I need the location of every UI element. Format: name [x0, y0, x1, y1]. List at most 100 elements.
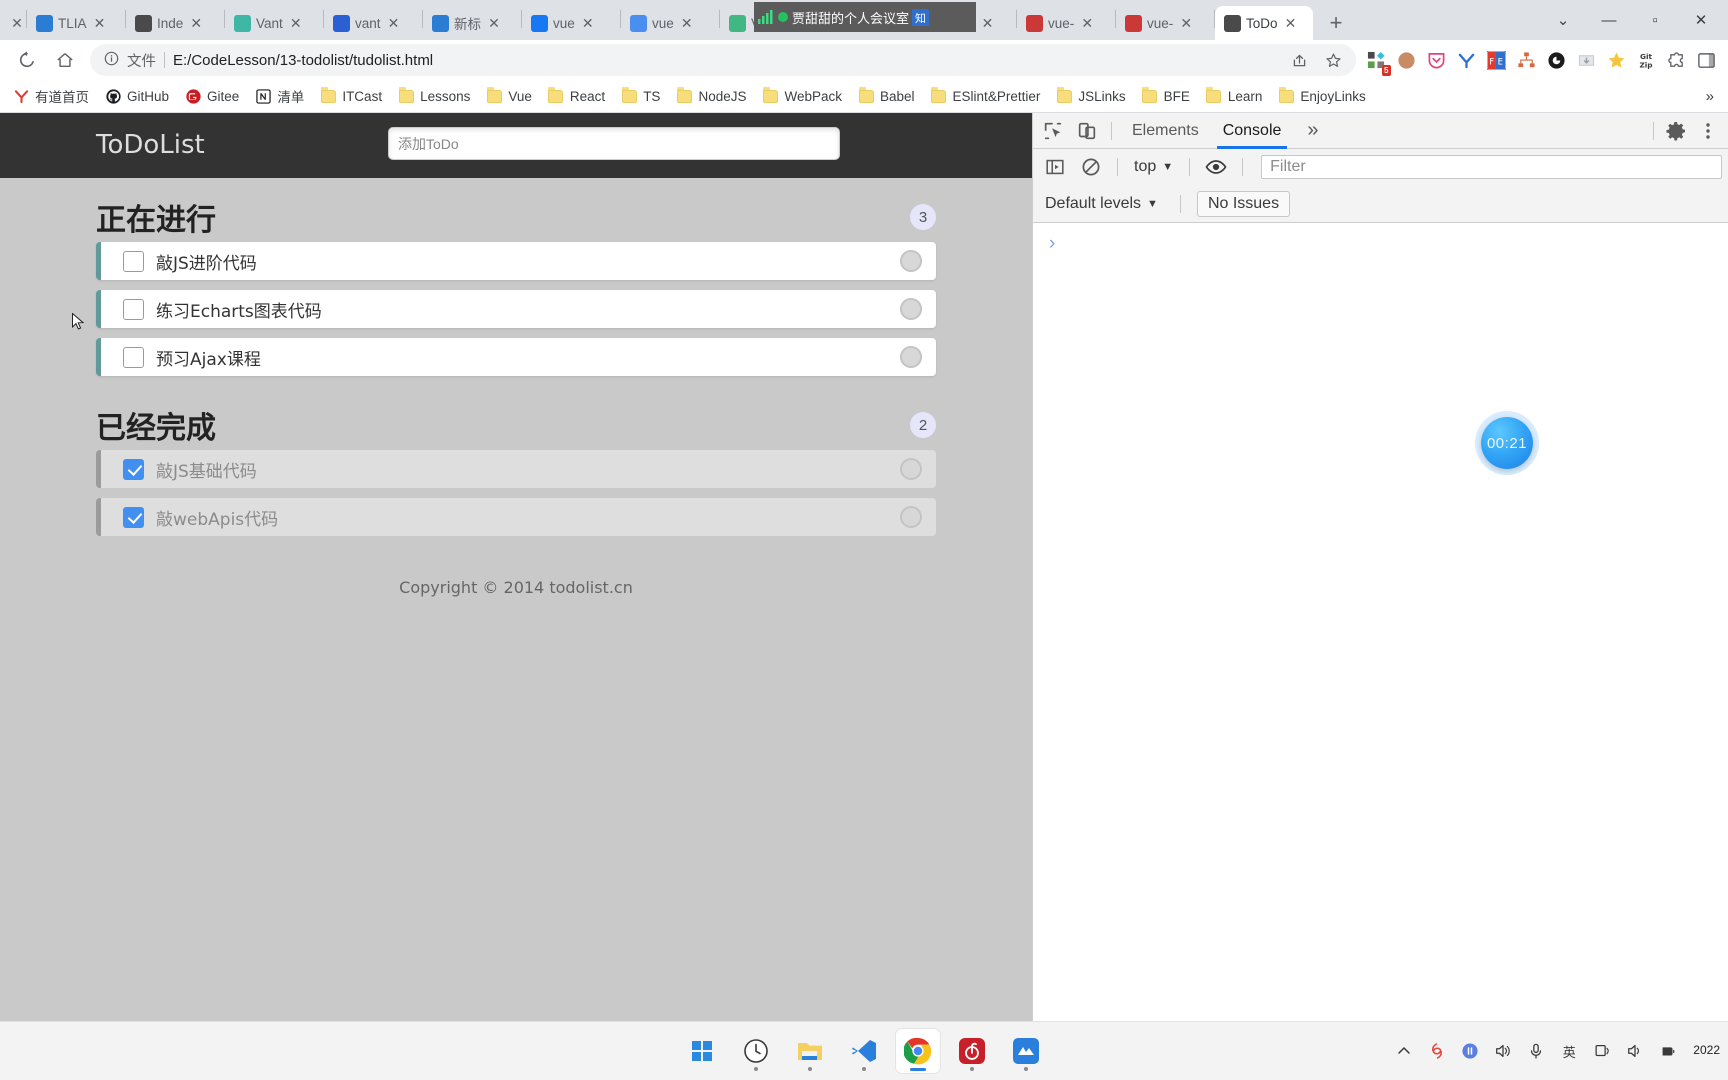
- add-todo-input[interactable]: 添加ToDo: [388, 127, 840, 160]
- star-yellow-icon[interactable]: [1602, 46, 1630, 74]
- bookmark-item[interactable]: Vue: [479, 84, 539, 108]
- close-icon[interactable]: ✕: [1079, 15, 1095, 31]
- info-circle-icon[interactable]: [104, 51, 119, 69]
- close-icon[interactable]: ✕: [92, 15, 108, 31]
- delete-todo-button[interactable]: [900, 346, 922, 368]
- taskbar-clock[interactable]: 2022: [1689, 1043, 1720, 1058]
- devtools-tab[interactable]: Elements: [1120, 113, 1211, 149]
- console-output-area[interactable]: › 00:21: [1033, 223, 1728, 1021]
- issues-button[interactable]: No Issues: [1196, 190, 1291, 217]
- browser-tab[interactable]: ✕: [0, 6, 26, 40]
- close-icon[interactable]: ✕: [1178, 15, 1194, 31]
- delete-todo-button[interactable]: [900, 250, 922, 272]
- browser-tab[interactable]: vant ✕: [324, 6, 422, 40]
- log-levels-selector[interactable]: Default levels ▼: [1039, 195, 1164, 213]
- clear-console-icon[interactable]: [1075, 153, 1107, 181]
- netease-music-icon[interactable]: [950, 1029, 994, 1073]
- inspect-element-icon[interactable]: [1037, 117, 1069, 145]
- live-expression-eye-icon[interactable]: [1200, 153, 1232, 181]
- maximize-button[interactable]: ▫: [1632, 0, 1678, 40]
- microphone-icon[interactable]: [1524, 1039, 1548, 1063]
- console-filter-input[interactable]: Filter: [1261, 155, 1722, 179]
- bookmark-item[interactable]: GitHub: [98, 84, 176, 108]
- tab-search-button[interactable]: ⌄: [1540, 0, 1586, 40]
- chevron-up-icon[interactable]: [1392, 1039, 1416, 1063]
- console-scrollbar[interactable]: [1718, 223, 1728, 1080]
- address-bar[interactable]: 文件 E:/CodeLesson/13-todolist/tudolist.ht…: [90, 44, 1356, 76]
- y-letter-icon[interactable]: [1452, 46, 1480, 74]
- minimize-button[interactable]: —: [1586, 0, 1632, 40]
- bookmark-star-icon[interactable]: [1320, 47, 1346, 73]
- extensions-grid-icon[interactable]: 5: [1362, 46, 1391, 76]
- bookmark-item[interactable]: EnjoyLinks: [1271, 84, 1372, 108]
- gear-icon[interactable]: [1660, 117, 1692, 145]
- file-explorer-icon[interactable]: [788, 1029, 832, 1073]
- close-icon[interactable]: ✕: [980, 15, 996, 31]
- todo-item[interactable]: 敲webApis代码: [96, 498, 936, 536]
- delete-todo-button[interactable]: [900, 458, 922, 480]
- close-icon[interactable]: ✕: [386, 15, 402, 31]
- bookmark-item[interactable]: WebPack: [755, 84, 849, 108]
- browser-tab[interactable]: Vant ✕: [225, 6, 323, 40]
- todo-checkbox[interactable]: [123, 298, 144, 320]
- delete-todo-button[interactable]: [900, 506, 922, 528]
- browser-tab[interactable]: vue- ✕: [1116, 6, 1214, 40]
- sidepanel-icon[interactable]: [1692, 46, 1720, 74]
- bookmark-item[interactable]: TS: [614, 84, 667, 108]
- close-icon[interactable]: ✕: [1283, 15, 1299, 31]
- todo-checkbox[interactable]: [123, 458, 144, 480]
- speaker-icon[interactable]: [1623, 1039, 1647, 1063]
- reload-icon[interactable]: [11, 44, 43, 76]
- search-clock-icon[interactable]: [734, 1029, 778, 1073]
- devtools-more-tabs-button[interactable]: »: [1295, 113, 1330, 149]
- download-folder-icon[interactable]: [1572, 46, 1600, 74]
- kebab-menu-icon[interactable]: [1692, 117, 1724, 145]
- todo-item[interactable]: 敲JS基础代码: [96, 450, 936, 488]
- todo-checkbox[interactable]: [123, 506, 144, 528]
- bookmark-item[interactable]: BFE: [1135, 84, 1197, 108]
- close-icon[interactable]: ✕: [486, 15, 502, 31]
- gitzip-icon[interactable]: Git Zip: [1632, 46, 1660, 74]
- fe-blue-icon[interactable]: FE: [1482, 46, 1510, 74]
- browser-tab[interactable]: ToDo ✕: [1215, 6, 1313, 40]
- bookmark-item[interactable]: Babel: [851, 84, 922, 108]
- bookmark-item[interactable]: Learn: [1199, 84, 1270, 108]
- bookmark-item[interactable]: 清单: [248, 82, 311, 110]
- sitemap-icon[interactable]: [1512, 46, 1540, 74]
- browser-tab[interactable]: TLIA ✕: [27, 6, 125, 40]
- browser-tab[interactable]: Inde ✕: [126, 6, 224, 40]
- pocket-shield-icon[interactable]: [1422, 46, 1450, 74]
- share-icon[interactable]: [1286, 47, 1312, 73]
- battery-icon[interactable]: [1656, 1039, 1680, 1063]
- windows-start-icon[interactable]: [680, 1029, 724, 1073]
- close-icon[interactable]: ✕: [9, 15, 25, 31]
- todo-item[interactable]: 练习Echarts图表代码: [96, 290, 936, 328]
- browser-tab[interactable]: vue ✕: [522, 6, 620, 40]
- console-sidebar-icon[interactable]: [1039, 153, 1071, 181]
- todo-checkbox[interactable]: [123, 346, 144, 368]
- close-button[interactable]: ✕: [1678, 0, 1724, 40]
- floating-timer-badge[interactable]: 00:21: [1481, 417, 1533, 469]
- browser-tab[interactable]: 新标 ✕: [423, 6, 521, 40]
- device-toolbar-icon[interactable]: [1071, 117, 1103, 145]
- puzzle-icon[interactable]: [1662, 46, 1690, 74]
- close-icon[interactable]: ✕: [288, 15, 304, 31]
- new-tab-button[interactable]: +: [1319, 6, 1353, 40]
- execution-context-selector[interactable]: top ▼: [1128, 158, 1179, 176]
- browser-tab[interactable]: vue ✕: [621, 6, 719, 40]
- todo-item[interactable]: 预习Ajax课程: [96, 338, 936, 376]
- bookmarks-overflow-button[interactable]: »: [1698, 88, 1722, 105]
- bookmark-item[interactable]: 有道首页: [6, 82, 96, 110]
- close-icon[interactable]: ✕: [188, 15, 204, 31]
- ime-chinese-icon[interactable]: 英: [1557, 1039, 1581, 1063]
- vscode-icon[interactable]: [842, 1029, 886, 1073]
- bookmark-item[interactable]: Gitee: [178, 84, 246, 108]
- bookmark-item[interactable]: JSLinks: [1049, 84, 1132, 108]
- volume-icon[interactable]: [1491, 1039, 1515, 1063]
- home-icon[interactable]: [49, 44, 81, 76]
- close-icon[interactable]: ✕: [679, 15, 695, 31]
- blue-circle-icon[interactable]: [1458, 1039, 1482, 1063]
- blue-app-icon[interactable]: [1004, 1029, 1048, 1073]
- profile-avatar-icon[interactable]: [1392, 46, 1420, 74]
- browser-tab[interactable]: vue- ✕: [1017, 6, 1115, 40]
